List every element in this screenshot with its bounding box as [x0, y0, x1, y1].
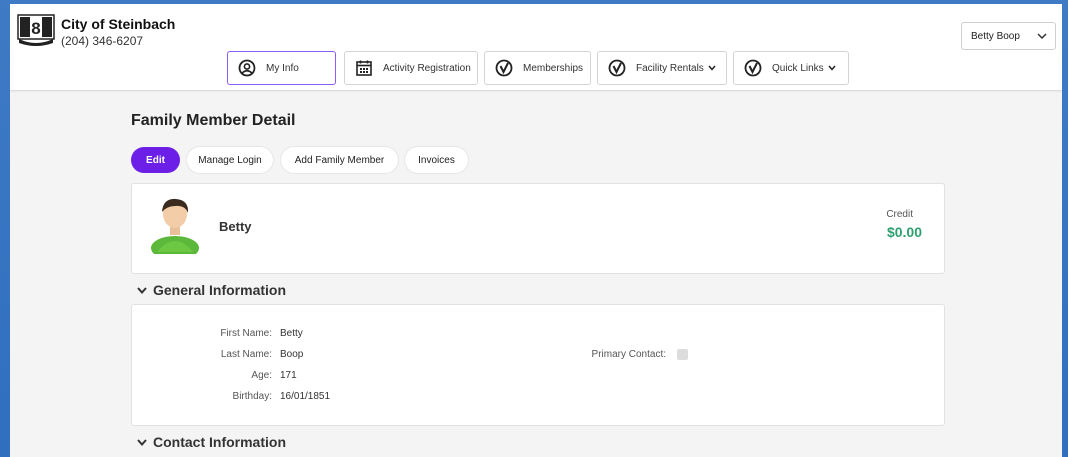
edit-button[interactable]: Edit	[131, 147, 180, 173]
page-title: Family Member Detail	[131, 112, 296, 129]
section-title: General Information	[153, 282, 287, 298]
nav-label: Facility Rentals	[636, 62, 704, 74]
check-circle-icon	[744, 59, 762, 77]
nav-facility-rentals[interactable]: Facility Rentals	[597, 51, 727, 85]
primary-contact-checkbox[interactable]	[677, 349, 688, 360]
birthday-label: Birthday:	[232, 391, 272, 402]
nav-label: Activity Registration	[383, 62, 471, 74]
top-header: 8 City of Steinbach (204) 346-6207 Betty…	[10, 4, 1062, 91]
org-name: City of Steinbach	[61, 16, 176, 32]
birthday-value: 16/01/1851	[280, 391, 331, 402]
chevron-down-icon	[828, 65, 836, 71]
primary-contact-label: Primary Contact:	[591, 349, 666, 360]
credit-value: $0.00	[886, 224, 922, 240]
manage-login-button[interactable]: Manage Login	[187, 147, 273, 173]
first-name-value: Betty	[280, 328, 303, 339]
nav-my-info[interactable]: My Info	[227, 51, 336, 85]
invoices-button[interactable]: Invoices	[405, 147, 468, 173]
first-name-label: First Name:	[220, 328, 272, 339]
nav-label: Quick Links	[772, 62, 824, 74]
profile-card: Betty Credit $0.00	[131, 183, 945, 274]
check-circle-icon	[495, 59, 513, 77]
app-window: 8 City of Steinbach (204) 346-6207 Betty…	[10, 4, 1062, 457]
avatar	[151, 198, 199, 254]
city-logo[interactable]: 8	[17, 14, 55, 46]
last-name-value: Boop	[280, 349, 304, 360]
general-info-card: First Name: Betty Last Name: Boop Age: 1…	[131, 304, 945, 426]
chevron-down-icon	[137, 438, 147, 446]
chevron-down-icon	[708, 65, 716, 71]
user-circle-icon	[238, 59, 256, 77]
user-select[interactable]: Betty Boop	[961, 22, 1056, 50]
org-phone: (204) 346-6207	[61, 34, 144, 48]
nav-label: Memberships	[523, 62, 584, 74]
credit-label: Credit	[886, 209, 913, 220]
calendar-icon	[356, 60, 372, 76]
contact-info-toggle[interactable]: Contact Information	[137, 434, 286, 450]
age-label: Age:	[251, 370, 272, 381]
last-name-label: Last Name:	[220, 349, 272, 360]
check-circle-icon	[608, 59, 626, 77]
section-title: Contact Information	[153, 434, 286, 450]
nav-quick-links[interactable]: Quick Links	[733, 51, 849, 85]
chevron-down-icon	[137, 286, 147, 294]
user-select-value: Betty Boop	[971, 31, 1020, 42]
profile-name: Betty	[219, 219, 252, 234]
svg-text:8: 8	[31, 19, 40, 38]
nav-activity-registration[interactable]: Activity Registration	[344, 51, 478, 85]
chevron-down-icon	[1037, 33, 1047, 40]
nav-memberships[interactable]: Memberships	[484, 51, 591, 85]
general-info-toggle[interactable]: General Information	[137, 282, 286, 298]
add-family-member-button[interactable]: Add Family Member	[281, 147, 398, 173]
age-value: 171	[280, 370, 297, 381]
nav-label: My Info	[266, 62, 299, 74]
